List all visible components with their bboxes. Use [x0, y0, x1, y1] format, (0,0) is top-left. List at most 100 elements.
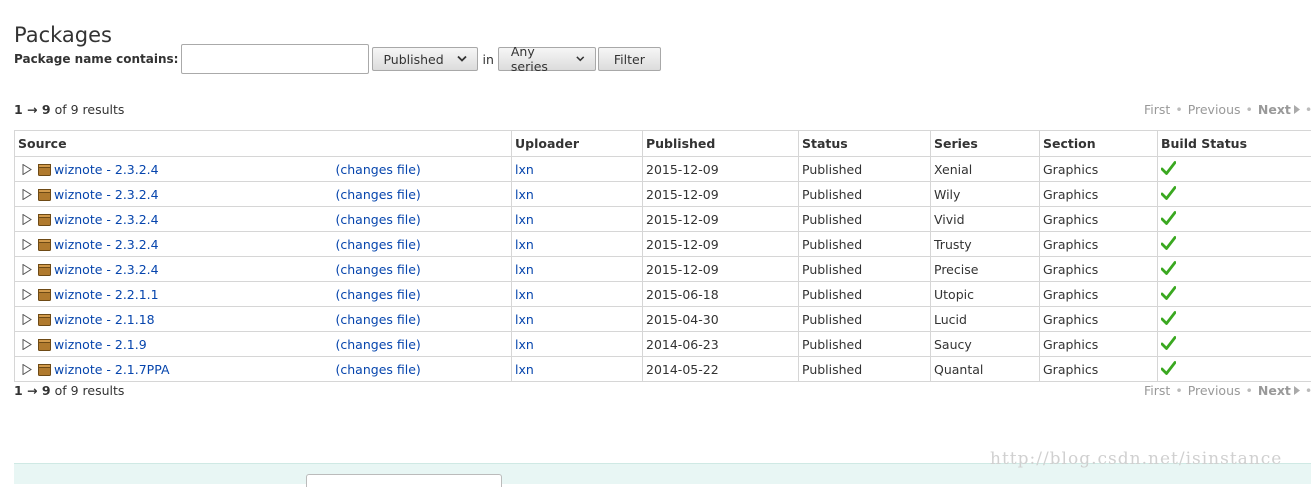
- status-cell: Published: [799, 307, 931, 332]
- package-icon: [38, 163, 51, 176]
- pager-separator: •: [1305, 383, 1311, 398]
- published-cell: 2015-04-30: [643, 307, 799, 332]
- uploader-link[interactable]: lxn: [515, 262, 534, 277]
- expand-triangle-icon[interactable]: [22, 214, 32, 225]
- source-cell: wiznote - 2.3.2.4: [15, 157, 333, 182]
- package-icon: [38, 288, 51, 301]
- header-series[interactable]: Series: [931, 131, 1040, 157]
- header-section[interactable]: Section: [1040, 131, 1158, 157]
- changes-file-link[interactable]: (changes file): [336, 212, 421, 227]
- uploader-link[interactable]: lxn: [515, 362, 534, 377]
- changes-file-link[interactable]: (changes file): [336, 287, 421, 302]
- uploader-link[interactable]: lxn: [515, 212, 534, 227]
- package-icon: [38, 363, 51, 376]
- source-link[interactable]: wiznote - 2.2.1.1: [54, 287, 159, 302]
- source-link[interactable]: wiznote - 2.3.2.4: [54, 262, 159, 277]
- source-link[interactable]: wiznote - 2.3.2.4: [54, 237, 159, 252]
- source-cell: wiznote - 2.1.7PPA: [15, 357, 333, 382]
- series-cell: Xenial: [931, 157, 1040, 182]
- header-changes: [333, 131, 512, 157]
- pager-previous[interactable]: Previous: [1188, 102, 1241, 117]
- expand-triangle-icon[interactable]: [22, 364, 32, 375]
- header-status[interactable]: Status: [799, 131, 931, 157]
- uploader-link[interactable]: lxn: [515, 162, 534, 177]
- triangle-right-icon: [1294, 105, 1300, 114]
- expand-triangle-icon[interactable]: [22, 339, 32, 350]
- source-link[interactable]: wiznote - 2.1.18: [54, 312, 155, 327]
- changes-file-link[interactable]: (changes file): [336, 337, 421, 352]
- status-cell: Published: [799, 157, 931, 182]
- uploader-cell: lxn: [512, 307, 643, 332]
- checkmark-icon[interactable]: [1161, 336, 1176, 350]
- build-status-cell: [1158, 307, 1311, 332]
- expand-triangle-icon[interactable]: [22, 164, 32, 175]
- section-cell: Graphics: [1040, 232, 1158, 257]
- uploader-cell: lxn: [512, 282, 643, 307]
- changes-cell: (changes file): [333, 282, 512, 307]
- header-build-status[interactable]: Build Status: [1158, 131, 1311, 157]
- source-link[interactable]: wiznote - 2.1.9: [54, 337, 147, 352]
- pager-next[interactable]: Next: [1258, 383, 1291, 398]
- changes-cell: (changes file): [333, 307, 512, 332]
- header-source[interactable]: Source: [15, 131, 333, 157]
- checkmark-icon[interactable]: [1161, 311, 1176, 325]
- uploader-link[interactable]: lxn: [515, 287, 534, 302]
- expand-triangle-icon[interactable]: [22, 239, 32, 250]
- source-link[interactable]: wiznote - 2.3.2.4: [54, 162, 159, 177]
- bottom-input[interactable]: [306, 474, 502, 487]
- source-link[interactable]: wiznote - 2.3.2.4: [54, 187, 159, 202]
- package-name-label: Package name contains:: [14, 52, 178, 66]
- changes-cell: (changes file): [333, 257, 512, 282]
- uploader-link[interactable]: lxn: [515, 312, 534, 327]
- changes-file-link[interactable]: (changes file): [336, 187, 421, 202]
- build-status-cell: [1158, 282, 1311, 307]
- status-cell: Published: [799, 182, 931, 207]
- changes-file-link[interactable]: (changes file): [336, 162, 421, 177]
- pager-separator: •: [1246, 383, 1253, 398]
- published-cell: 2015-12-09: [643, 182, 799, 207]
- checkmark-icon[interactable]: [1161, 286, 1176, 300]
- series-select[interactable]: Any series: [498, 47, 596, 71]
- changes-file-link[interactable]: (changes file): [336, 312, 421, 327]
- uploader-link[interactable]: lxn: [515, 187, 534, 202]
- pager-first[interactable]: First: [1144, 383, 1170, 398]
- pager-next[interactable]: Next: [1258, 102, 1291, 117]
- checkmark-icon[interactable]: [1161, 361, 1176, 375]
- changes-file-link[interactable]: (changes file): [336, 262, 421, 277]
- header-published[interactable]: Published: [643, 131, 799, 157]
- section-cell: Graphics: [1040, 182, 1158, 207]
- package-name-input[interactable]: [181, 44, 369, 74]
- published-cell: 2015-12-09: [643, 232, 799, 257]
- batch-summary-bottom: 1 → 9 of 9 results: [14, 383, 124, 398]
- changes-file-link[interactable]: (changes file): [336, 237, 421, 252]
- checkmark-icon[interactable]: [1161, 186, 1176, 200]
- expand-triangle-icon[interactable]: [22, 289, 32, 300]
- checkmark-icon[interactable]: [1161, 236, 1176, 250]
- package-icon: [38, 338, 51, 351]
- checkmark-icon[interactable]: [1161, 211, 1176, 225]
- changes-cell: (changes file): [333, 357, 512, 382]
- filter-button[interactable]: Filter: [598, 47, 661, 71]
- batch-of-text: of 9 results: [55, 102, 125, 117]
- expand-triangle-icon[interactable]: [22, 189, 32, 200]
- header-uploader[interactable]: Uploader: [512, 131, 643, 157]
- pager-previous[interactable]: Previous: [1188, 383, 1241, 398]
- status-select[interactable]: Published: [372, 47, 478, 71]
- source-link[interactable]: wiznote - 2.3.2.4: [54, 212, 159, 227]
- uploader-link[interactable]: lxn: [515, 337, 534, 352]
- expand-triangle-icon[interactable]: [22, 314, 32, 325]
- triangle-right-icon: [1294, 386, 1300, 395]
- changes-file-link[interactable]: (changes file): [336, 362, 421, 377]
- published-cell: 2015-06-18: [643, 282, 799, 307]
- expand-triangle-icon[interactable]: [22, 264, 32, 275]
- section-cell: Graphics: [1040, 257, 1158, 282]
- build-status-cell: [1158, 207, 1311, 232]
- source-cell: wiznote - 2.2.1.1: [15, 282, 333, 307]
- pager-separator: •: [1175, 383, 1182, 398]
- pager-first[interactable]: First: [1144, 102, 1170, 117]
- checkmark-icon[interactable]: [1161, 161, 1176, 175]
- uploader-link[interactable]: lxn: [515, 237, 534, 252]
- source-link[interactable]: wiznote - 2.1.7PPA: [54, 362, 170, 377]
- checkmark-icon[interactable]: [1161, 261, 1176, 275]
- status-cell: Published: [799, 357, 931, 382]
